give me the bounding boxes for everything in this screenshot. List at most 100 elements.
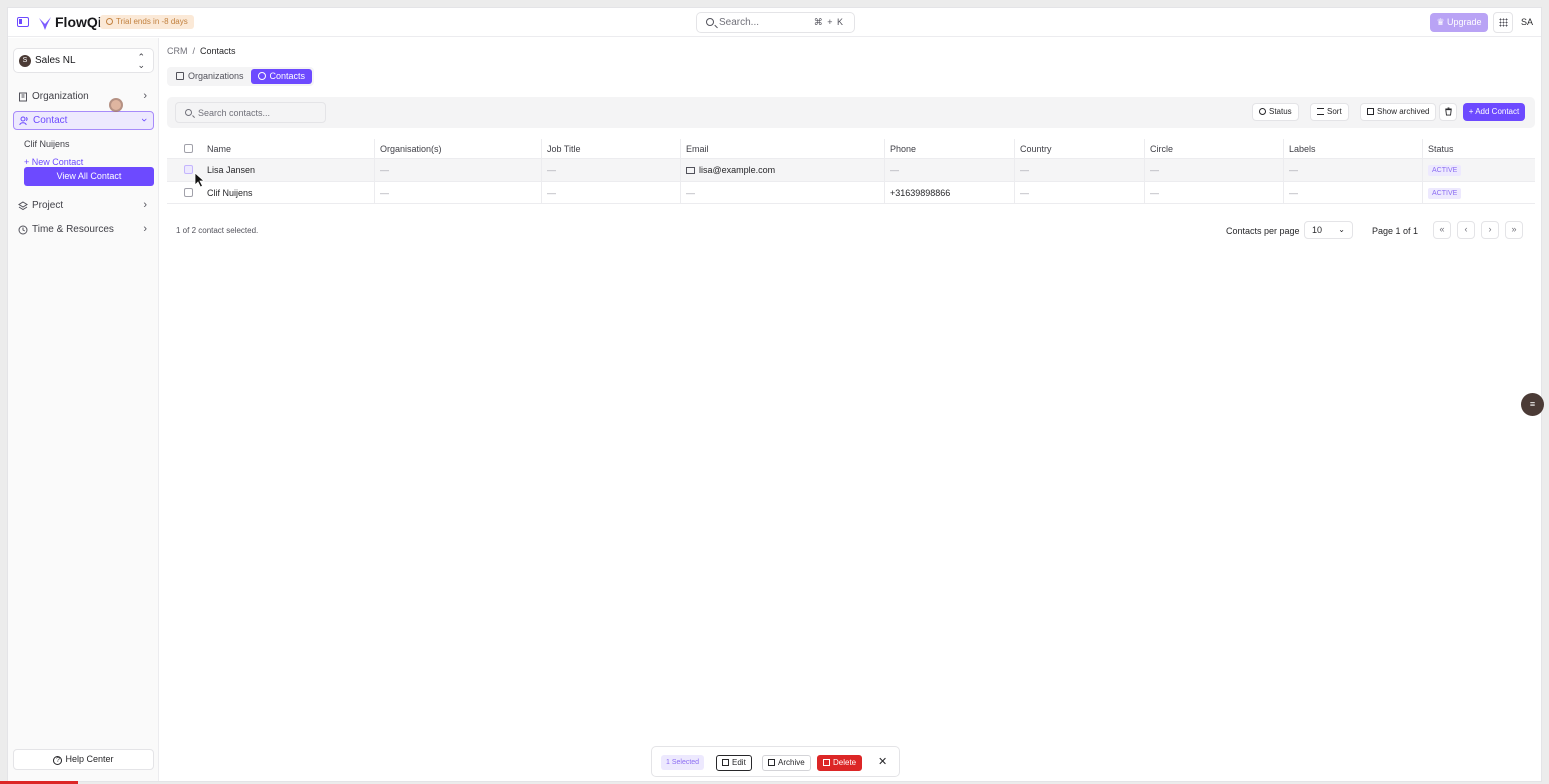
trash-icon [1445, 107, 1452, 116]
cell-status: ACTIVE [1422, 159, 1535, 181]
cell-country: — [1014, 182, 1144, 203]
last-page-button[interactable]: » [1505, 221, 1523, 239]
per-page-label: Contacts per page [1226, 226, 1300, 236]
tab-organizations[interactable]: Organizations [169, 69, 251, 84]
first-page-button[interactable]: « [1433, 221, 1451, 239]
bulk-archive-label: Archive [778, 758, 805, 767]
recent-contact-link[interactable]: Clif Nuijens [24, 139, 70, 149]
per-page-value: 10 [1312, 225, 1323, 235]
breadcrumb-current: Contacts [200, 46, 236, 56]
tab-label: Organizations [188, 71, 244, 81]
column-header-job-title[interactable]: Job Title [541, 139, 680, 158]
chat-widget-button[interactable]: ≡ [1521, 393, 1544, 416]
cell-email[interactable]: lisa@example.com [680, 159, 884, 181]
sidebar-item-contact[interactable]: Contact › [13, 111, 154, 130]
table-row[interactable]: Lisa Jansen — — lisa@example.com — — — —… [167, 159, 1535, 182]
search-input[interactable] [198, 106, 318, 119]
chevron-left-icon: ‹ [1464, 224, 1468, 234]
sidebar-item-time-resources[interactable]: Time & Resources › [13, 221, 154, 240]
cell-name[interactable]: Lisa Jansen [202, 159, 374, 181]
workspace-avatar: S [19, 55, 31, 67]
building-icon [176, 72, 184, 80]
chevron-down-icon: › [138, 118, 151, 122]
column-header-country[interactable]: Country [1014, 139, 1144, 158]
upgrade-button[interactable]: ♛ Upgrade [1430, 13, 1488, 32]
breadcrumb-root[interactable]: CRM [167, 46, 188, 56]
status-filter-label: Status [1269, 107, 1292, 116]
cell-labels: — [1283, 182, 1422, 203]
tab-label: Contacts [269, 71, 306, 81]
trial-badge: Trial ends in -8 days [100, 15, 194, 29]
show-archived-label: Show archived [1377, 107, 1430, 116]
search-icon [706, 18, 714, 26]
table-row[interactable]: Clif Nuijens — — — +31639898866 — — — AC… [167, 182, 1535, 204]
close-icon[interactable]: ✕ [878, 755, 887, 769]
status-filter-button[interactable]: Status [1252, 103, 1299, 121]
mouse-pointer-icon [194, 172, 206, 188]
cell-status: ACTIVE [1422, 182, 1535, 203]
sidebar-toggle-icon[interactable] [17, 17, 29, 27]
selection-info: 1 of 2 contact selected. [176, 226, 259, 235]
workspace-name: Sales NL [35, 55, 76, 66]
global-search-placeholder: Search... [719, 17, 760, 28]
cell-phone: — [884, 159, 1014, 181]
bulk-delete-button[interactable]: Delete [817, 755, 863, 771]
prev-page-button[interactable]: ‹ [1457, 221, 1475, 239]
row-checkbox[interactable] [184, 188, 193, 197]
users-icon [19, 116, 28, 126]
edit-icon [722, 759, 729, 766]
cursor-highlight [109, 98, 123, 112]
column-header-circle[interactable]: Circle [1144, 139, 1283, 158]
cell-organisations: — [374, 182, 541, 203]
column-header-organisations[interactable]: Organisation(s) [374, 139, 541, 158]
search-shortcut: ⌘ + K [813, 17, 844, 27]
workspace-switcher[interactable]: S Sales NL ⌃ ⌄ [13, 48, 154, 73]
sidebar-item-organization[interactable]: Organization › [13, 88, 154, 107]
trash-button[interactable] [1439, 103, 1457, 121]
brand-name: FlowQi [55, 14, 102, 30]
column-header-status[interactable]: Status [1422, 139, 1535, 158]
column-header-name[interactable]: Name [202, 139, 374, 158]
sort-button[interactable]: Sort [1310, 103, 1349, 121]
chevron-down-icon: ⌄ [1338, 225, 1345, 234]
mail-icon [686, 167, 695, 174]
section-tabs: Organizations Contacts [167, 67, 315, 86]
page-info: Page 1 of 1 [1372, 226, 1419, 236]
top-bar: FlowQi Trial ends in -8 days Search... ⌘… [8, 8, 1541, 37]
cell-labels: — [1283, 159, 1422, 181]
column-header-phone[interactable]: Phone [884, 139, 1014, 158]
archive-icon [1367, 108, 1374, 115]
show-archived-button[interactable]: Show archived [1360, 103, 1437, 121]
next-page-button[interactable]: › [1481, 221, 1499, 239]
new-contact-link[interactable]: + New Contact [24, 157, 83, 167]
sidebar-item-project[interactable]: Project › [13, 197, 154, 216]
bulk-delete-label: Delete [833, 758, 857, 767]
view-all-contact-button[interactable]: View All Contact [24, 167, 154, 186]
bulk-edit-button[interactable]: Edit [716, 755, 752, 771]
column-header-email[interactable]: Email [680, 139, 884, 158]
cell-circle: — [1144, 182, 1283, 203]
email-text: lisa@example.com [699, 165, 776, 175]
selected-count-badge: 1 Selected [661, 755, 705, 770]
cell-name[interactable]: Clif Nuijens [202, 182, 374, 203]
plus-icon: + [24, 157, 32, 167]
global-search[interactable]: Search... ⌘ + K [696, 12, 855, 33]
tab-contacts[interactable]: Contacts [250, 69, 313, 84]
user-avatar[interactable]: SA [1517, 12, 1537, 33]
users-icon [257, 72, 266, 80]
bulk-archive-button[interactable]: Archive [762, 755, 811, 771]
help-center-button[interactable]: ? Help Center [13, 749, 154, 770]
breadcrumb-separator: / [192, 46, 196, 56]
grid-icon [1499, 18, 1508, 27]
per-page-select[interactable]: 10 ⌄ [1304, 221, 1353, 239]
circle-check-icon [1259, 108, 1266, 115]
select-all-checkbox[interactable] [184, 144, 193, 153]
breadcrumb: CRM / Contacts [167, 46, 236, 56]
cell-phone[interactable]: +31639898866 [884, 182, 1014, 203]
add-contact-button[interactable]: + Add Contact [1463, 103, 1525, 121]
row-checkbox[interactable] [184, 165, 193, 174]
column-header-labels[interactable]: Labels [1283, 139, 1422, 158]
trash-icon [823, 759, 830, 766]
bulk-edit-label: Edit [732, 758, 746, 767]
apps-grid-button[interactable] [1493, 12, 1513, 33]
